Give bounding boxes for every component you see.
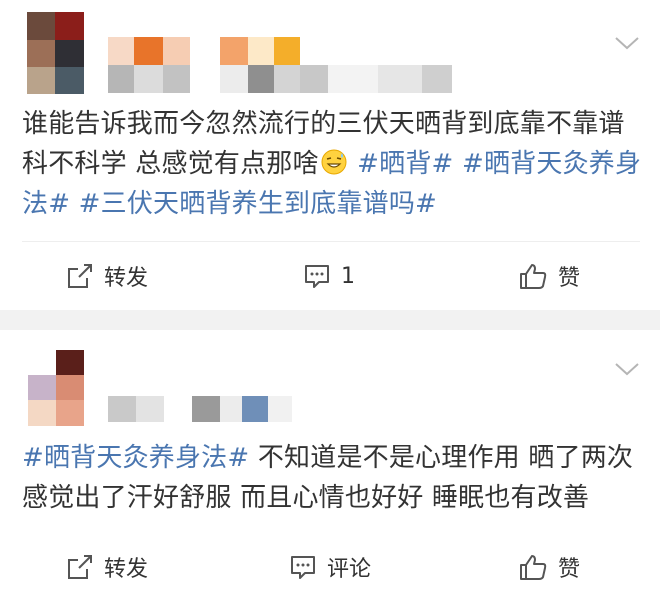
mosaic-block (378, 65, 422, 93)
mosaic-block (164, 396, 192, 422)
mosaic-block (108, 396, 136, 422)
mosaic-block (422, 65, 452, 93)
comment-icon (289, 553, 317, 581)
comment-button[interactable]: 1 (303, 256, 355, 296)
avatar-pixel (28, 350, 56, 375)
mosaic-block (136, 396, 164, 422)
repost-label: 转发 (104, 266, 149, 291)
avatar-pixel (27, 40, 55, 67)
comment-label: 评论 (327, 557, 372, 582)
avatar-pixel (56, 350, 84, 375)
username-redacted[interactable] (108, 37, 452, 93)
hashtag-link[interactable]: #晒背天灸养身法# (22, 443, 249, 473)
repost-icon (66, 553, 94, 581)
avatar-pixel (27, 67, 55, 94)
avatar-pixel (28, 400, 56, 426)
mosaic-block (268, 396, 292, 422)
mosaic-block (163, 37, 190, 65)
like-button[interactable]: 赞 (518, 256, 580, 296)
repost-button[interactable]: 转发 (66, 256, 148, 296)
mosaic-block (220, 37, 248, 65)
mosaic-row (108, 65, 452, 93)
thumbs-up-icon (518, 552, 548, 582)
action-bar: 转发 1 赞 (0, 256, 660, 296)
mosaic-block (190, 37, 220, 65)
mosaic-block (192, 396, 220, 422)
mosaic-block (328, 65, 378, 93)
avatar-pixelated[interactable] (27, 12, 84, 94)
like-label: 赞 (558, 557, 581, 582)
action-bar: 转发 评论 赞 (0, 547, 660, 587)
post-card: #晒背天灸养身法# 不知道是不是心理作用 晒了两次感觉出了汗好舒服 而且心情也好… (0, 330, 660, 592)
mosaic-block (190, 65, 220, 93)
avatar-pixel (55, 67, 84, 94)
hashtag-link[interactable]: #晒背# (357, 149, 453, 179)
repost-icon (66, 262, 94, 290)
mosaic-block (274, 37, 300, 65)
mosaic-block (163, 65, 190, 93)
chevron-down-icon[interactable] (614, 34, 640, 52)
comment-count: 1 (341, 263, 355, 289)
username-redacted[interactable] (108, 396, 292, 422)
chevron-down-icon[interactable] (614, 360, 640, 378)
repost-label: 转发 (104, 557, 149, 582)
grin-sweat-emoji-icon (321, 147, 347, 175)
mosaic-block (274, 65, 300, 93)
mosaic-block (248, 37, 274, 65)
avatar-pixel (27, 12, 55, 40)
mosaic-block (220, 396, 242, 422)
avatar-pixelated[interactable] (28, 350, 84, 426)
avatar-pixel (55, 12, 84, 40)
mosaic-block (248, 65, 274, 93)
thumbs-up-icon (518, 261, 548, 291)
mosaic-block (108, 65, 134, 93)
mosaic-row (108, 396, 292, 422)
post-card: 谁能告诉我而今忽然流行的三伏天晒背到底靠不靠谱科不科学 总感觉有点那啥 #晒背#… (0, 0, 660, 310)
mosaic-block (300, 65, 328, 93)
repost-button[interactable]: 转发 (66, 547, 148, 587)
mosaic-block (134, 65, 163, 93)
avatar-pixel (56, 375, 84, 400)
avatar-pixel (55, 40, 84, 67)
like-button[interactable]: 赞 (518, 547, 580, 587)
comment-icon (303, 262, 331, 290)
mosaic-block (242, 396, 268, 422)
post-text: 谁能告诉我而今忽然流行的三伏天晒背到底靠不靠谱科不科学 总感觉有点那啥 #晒背#… (22, 104, 642, 224)
mosaic-block (108, 37, 134, 65)
hashtag-link[interactable]: #三伏天晒背养生到底靠谱吗# (79, 189, 437, 219)
divider (22, 241, 640, 242)
avatar-pixel (28, 375, 56, 400)
avatar-pixel (56, 400, 84, 426)
mosaic-block (220, 65, 248, 93)
comment-button[interactable]: 评论 (289, 547, 371, 587)
post-text: #晒背天灸养身法# 不知道是不是心理作用 晒了两次感觉出了汗好舒服 而且心情也好… (22, 438, 642, 518)
mosaic-row (108, 37, 452, 65)
post-separator (0, 310, 660, 330)
like-label: 赞 (558, 266, 581, 291)
mosaic-block (134, 37, 163, 65)
